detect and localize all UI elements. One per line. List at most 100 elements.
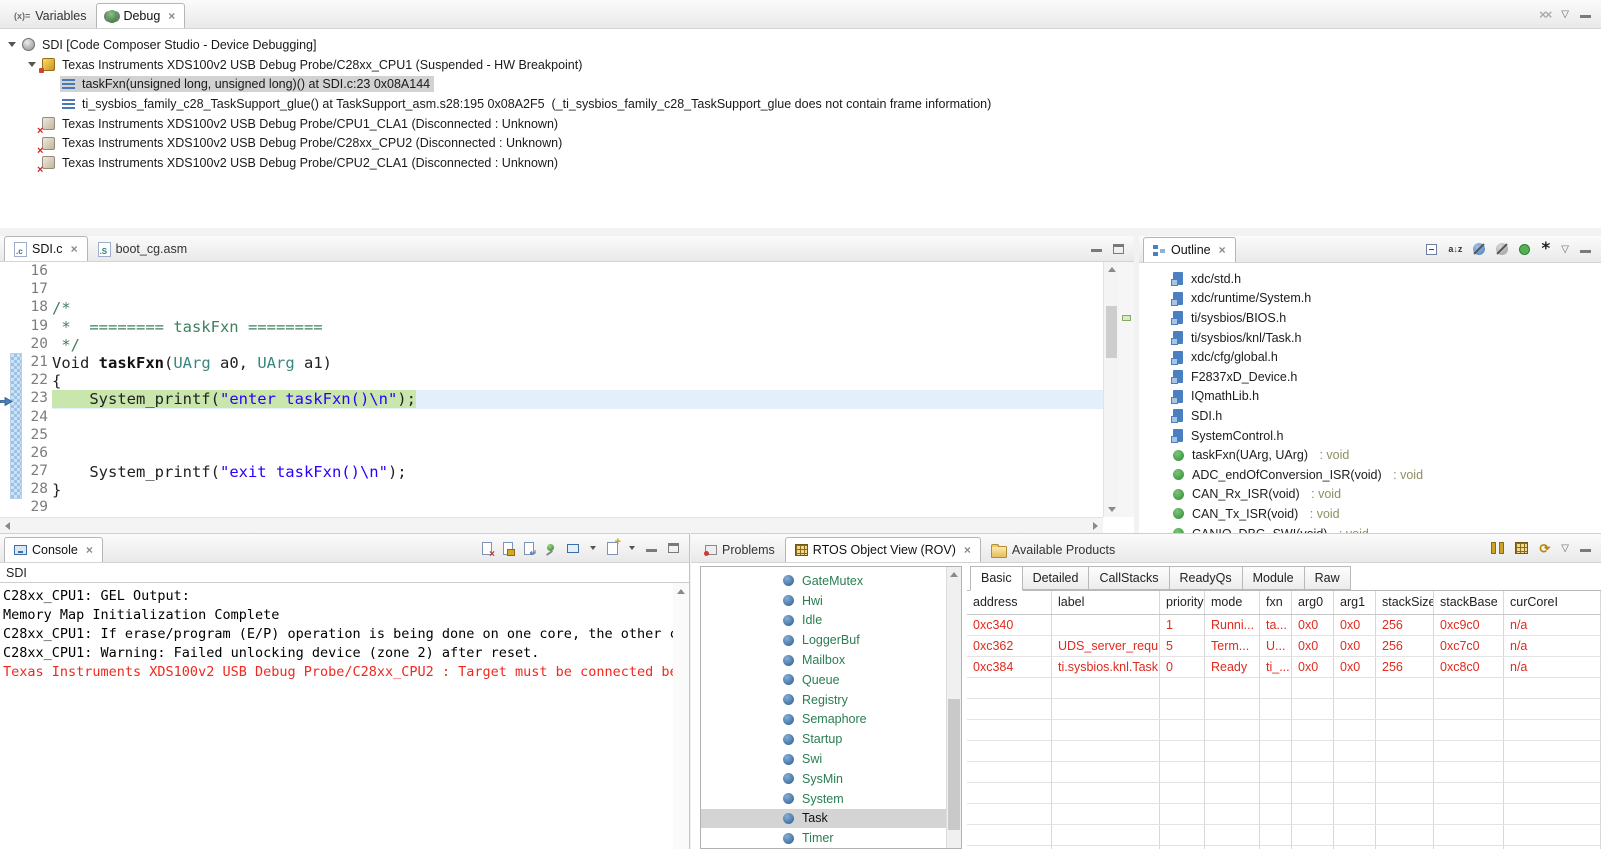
- code-line-20[interactable]: */: [52, 336, 1103, 354]
- line-number[interactable]: 29: [22, 499, 48, 517]
- code-line-19[interactable]: * ======== taskFxn ========: [52, 318, 1103, 336]
- line-number[interactable]: 25: [22, 427, 48, 445]
- scroll-up-icon[interactable]: [950, 572, 958, 577]
- column-header-fxn[interactable]: fxn: [1260, 591, 1292, 614]
- rov-item-system[interactable]: System: [701, 789, 946, 809]
- outline-item-7[interactable]: SDI.h: [1173, 406, 1601, 426]
- code-line-24[interactable]: [52, 409, 1103, 427]
- column-header-arg0[interactable]: arg0: [1292, 591, 1334, 614]
- code-line-21[interactable]: Void taskFxn(UArg a0, UArg a1): [52, 354, 1103, 372]
- close-icon[interactable]: ×: [86, 543, 93, 557]
- scroll-left-icon[interactable]: [5, 522, 10, 530]
- cell[interactable]: 0xc362: [967, 636, 1052, 656]
- close-icon[interactable]: ×: [168, 9, 175, 23]
- tree-expand-chevron[interactable]: [24, 62, 40, 67]
- tab-debug[interactable]: Debug ×: [96, 3, 185, 28]
- scroll-lock-icon[interactable]: [503, 542, 513, 555]
- cell[interactable]: ta...: [1260, 615, 1292, 635]
- line-number[interactable]: 17: [22, 281, 48, 299]
- rov-view-tab-raw[interactable]: Raw: [1304, 566, 1351, 590]
- tab-variables[interactable]: (x)= Variables: [4, 3, 96, 28]
- cell[interactable]: [1052, 615, 1160, 635]
- code-line-29[interactable]: [52, 499, 1103, 517]
- rov-item-swi[interactable]: Swi: [701, 749, 946, 769]
- hide-static-icon[interactable]: [1496, 243, 1508, 255]
- filter-icon[interactable]: *: [1541, 244, 1550, 254]
- close-icon[interactable]: ×: [71, 242, 78, 256]
- remove-all-terminated-icon[interactable]: ××: [1539, 7, 1550, 22]
- cell[interactable]: 256: [1376, 615, 1434, 635]
- line-number[interactable]: 16: [22, 263, 48, 281]
- outline-item-4[interactable]: xdc/cfg/global.h: [1173, 347, 1601, 367]
- cell[interactable]: 0x0: [1292, 636, 1334, 656]
- collapse-all-icon[interactable]: [1426, 244, 1437, 255]
- cell[interactable]: n/a: [1504, 657, 1601, 677]
- rov-view-tab-module[interactable]: Module: [1242, 566, 1305, 590]
- rov-row-2[interactable]: 0xc384ti.sysbios.knl.Task...0Readyti_...…: [967, 657, 1601, 678]
- tab-console[interactable]: Console ×: [4, 537, 103, 562]
- cell[interactable]: ti.sysbios.knl.Task...: [1052, 657, 1160, 677]
- outline-item-9[interactable]: taskFxn(UArg, UArg) : void: [1173, 445, 1601, 465]
- cell[interactable]: n/a: [1504, 636, 1601, 656]
- code-line-17[interactable]: [52, 281, 1103, 299]
- view-menu-icon[interactable]: ▽: [1561, 244, 1569, 255]
- close-icon[interactable]: ×: [964, 543, 971, 557]
- editor-gutter[interactable]: 1617181920212223242526272829: [0, 262, 52, 517]
- line-number[interactable]: 19: [22, 318, 48, 336]
- scrollbar-thumb[interactable]: [948, 699, 960, 830]
- line-number-column[interactable]: 1617181920212223242526272829: [22, 263, 48, 517]
- outline-item-6[interactable]: IQmathLib.h: [1173, 387, 1601, 407]
- overview-annotation[interactable]: [1122, 315, 1131, 321]
- outline-item-1[interactable]: xdc/runtime/System.h: [1173, 289, 1601, 309]
- link-editor-icon[interactable]: [1519, 244, 1530, 255]
- line-number[interactable]: 27: [22, 463, 48, 481]
- line-number[interactable]: 18: [22, 299, 48, 317]
- cell[interactable]: 5: [1160, 636, 1205, 656]
- rov-row-0[interactable]: 0xc3401Runni...ta...0x00x02560xc9c0n/a: [967, 615, 1601, 636]
- rov-item-registry[interactable]: Registry: [701, 690, 946, 710]
- column-header-label[interactable]: label: [1052, 591, 1160, 614]
- close-icon[interactable]: ×: [1219, 243, 1226, 257]
- debug-tree-item-4[interactable]: Texas Instruments XDS100v2 USB Debug Pro…: [0, 114, 1601, 134]
- code-line-16[interactable]: [52, 263, 1103, 281]
- code-line-26[interactable]: [52, 445, 1103, 463]
- view-menu-icon[interactable]: ▽: [1561, 9, 1569, 20]
- column-header-mode[interactable]: mode: [1205, 591, 1260, 614]
- outline-item-3[interactable]: ti/sysbios/knl/Task.h: [1173, 328, 1601, 348]
- minimize-icon[interactable]: [1580, 250, 1591, 253]
- word-wrap-icon[interactable]: [524, 542, 534, 555]
- hide-fields-icon[interactable]: [1473, 243, 1485, 255]
- maximize-icon[interactable]: [1113, 244, 1124, 254]
- cell[interactable]: 0x0: [1334, 657, 1376, 677]
- rov-item-mailbox[interactable]: Mailbox: [701, 650, 946, 670]
- rov-item-semaphore[interactable]: Semaphore: [701, 710, 946, 730]
- rov-item-sysmin[interactable]: SysMin: [701, 769, 946, 789]
- debug-tree-item-3[interactable]: ti_sysbios_family_c28_TaskSupport_glue()…: [0, 94, 1601, 114]
- cell[interactable]: 256: [1376, 636, 1434, 656]
- outline-item-0[interactable]: xdc/std.h: [1173, 269, 1601, 289]
- rov-item-gatemutex[interactable]: GateMutex: [701, 571, 946, 591]
- scrollbar-thumb[interactable]: [1106, 306, 1117, 358]
- editor-tab-sdi-c[interactable]: .c SDI.c ×: [4, 236, 88, 261]
- view-menu-icon[interactable]: ▽: [1561, 543, 1569, 554]
- editor-tab-boot-cg-asm[interactable]: .S boot_cg.asm: [88, 236, 198, 261]
- outline-item-10[interactable]: ADC_endOfConversion_ISR(void) : void: [1173, 465, 1601, 485]
- table-icon[interactable]: [1515, 542, 1528, 554]
- cell[interactable]: U...: [1260, 636, 1292, 656]
- tab-rtos-object-view[interactable]: RTOS Object View (ROV) ×: [785, 537, 981, 562]
- column-header-arg1[interactable]: arg1: [1334, 591, 1376, 614]
- code-line-27[interactable]: System_printf("exit taskFxn()\n");: [52, 463, 1103, 481]
- rov-item-startup[interactable]: Startup: [701, 729, 946, 749]
- column-header-priority[interactable]: priority: [1160, 591, 1205, 614]
- rov-item-queue[interactable]: Queue: [701, 670, 946, 690]
- debug-tree-item-6[interactable]: Texas Instruments XDS100v2 USB Debug Pro…: [0, 153, 1601, 173]
- rov-item-timer[interactable]: Timer: [701, 828, 946, 848]
- rov-view-tab-callstacks[interactable]: CallStacks: [1088, 566, 1169, 590]
- rov-view-tab-basic[interactable]: Basic: [970, 566, 1023, 591]
- minimize-icon[interactable]: [646, 549, 657, 552]
- scroll-up-icon[interactable]: [677, 589, 685, 594]
- cell[interactable]: 256: [1376, 657, 1434, 677]
- chevron-down-icon[interactable]: [629, 546, 635, 550]
- cell[interactable]: 0: [1160, 657, 1205, 677]
- column-header-stackbase[interactable]: stackBase: [1434, 591, 1504, 614]
